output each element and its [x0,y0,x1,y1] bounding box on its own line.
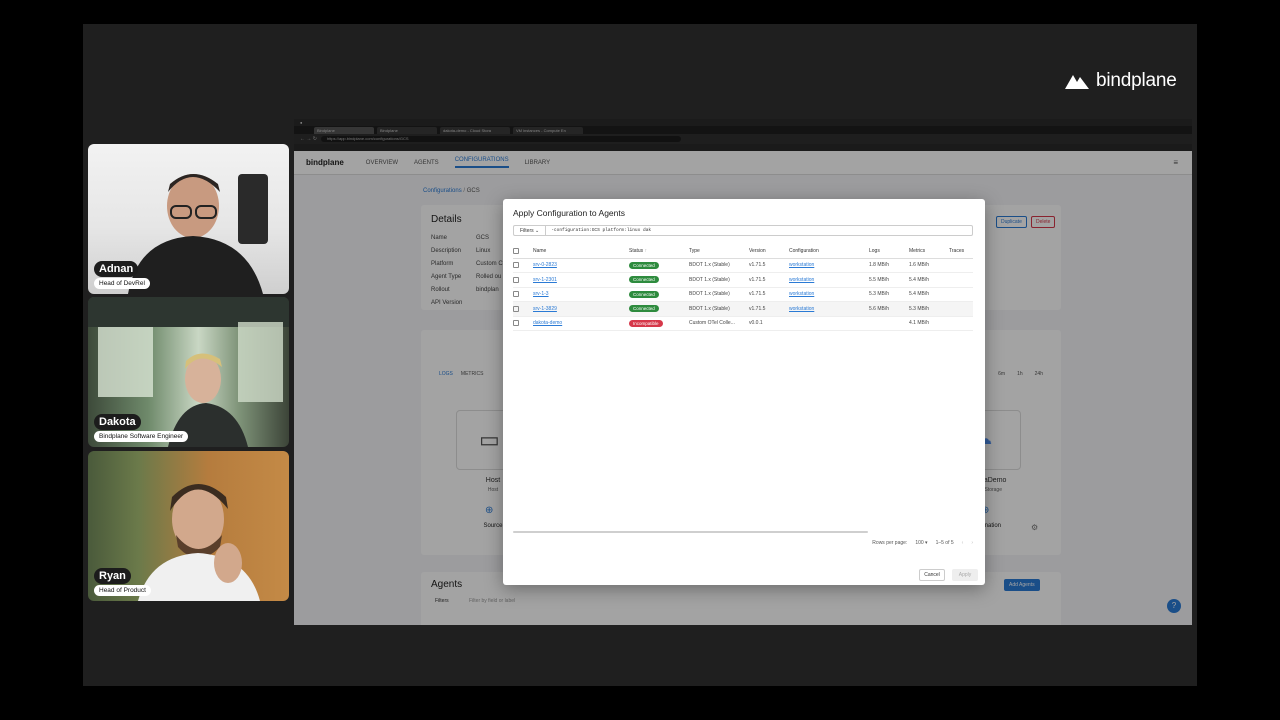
apply-configuration-modal: Apply Configuration to Agents Filters ⌄ … [503,199,985,585]
configuration-link[interactable]: workstation [789,277,814,283]
shared-screen: ● Bindplane Bindplane dakota-demo - Clou… [294,119,1192,625]
cancel-button[interactable]: Cancel [919,569,945,581]
rows-per-page-select[interactable]: 100 ▾ [915,540,927,546]
col-version[interactable]: Version [749,244,789,259]
logs-rate: 5.6 MB/h [869,301,909,317]
participant-role: Head of Product [94,585,151,596]
status-badge: Connected [629,305,659,313]
metrics-rate: 5.4 MB/h [909,287,949,302]
horizontal-scrollbar[interactable] [513,531,868,533]
select-all-checkbox[interactable] [513,247,519,254]
agent-name-link[interactable]: srv-1-3 [533,291,549,297]
row-checkbox[interactable] [513,305,519,312]
page-range: 1–5 of 5 [935,540,954,546]
participant-tile-adnan: Adnan Head of DevRel [88,144,289,294]
agent-version: v1.71.5 [749,287,789,302]
table-row[interactable]: srv-1-3 Connected BDOT 1.x (Stable) v1.71.5… [513,287,973,302]
traces-rate [949,316,973,331]
configuration-link[interactable]: workstation [789,262,814,268]
logs-rate: 5.5 MB/h [869,272,909,288]
next-page-icon[interactable]: › [971,540,973,546]
col-metrics[interactable]: Metrics [909,244,949,259]
traces-rate [949,287,973,302]
status-badge: Incompatible [629,319,663,327]
row-checkbox[interactable] [513,276,519,283]
agent-name-link[interactable]: srv-1-3829 [533,306,557,312]
pagination: Rows per page: 100 ▾ 1–5 of 5 ‹ › [872,540,973,546]
sort-arrow-icon: ↑ [644,247,648,254]
col-type[interactable]: Type [689,244,749,259]
logs-rate [869,316,909,331]
modal-title: Apply Configuration to Agents [513,208,625,218]
participant-name: Ryan [94,568,131,584]
brand-logo: bindplane [1064,70,1177,92]
col-traces[interactable]: Traces [949,244,973,259]
participant-tile-ryan: Ryan Head of Product [88,451,289,601]
metrics-rate: 5.3 MB/h [909,301,949,317]
modal-filter-bar: Filters ⌄ -configuration:GCS platform:li… [513,225,973,236]
metrics-rate: 4.1 MB/h [909,316,949,331]
participant-role: Head of DevRel [94,278,150,289]
traces-rate [949,258,973,273]
status-badge: Connected [629,290,659,298]
logs-rate: 1.8 MB/h [869,258,909,273]
status-badge: Connected [629,261,659,269]
agent-name-link[interactable]: srv-0-2823 [533,262,557,268]
col-status[interactable]: Status ↑ [629,244,689,259]
table-header: Name Status ↑ Type Version Configuration… [513,244,973,259]
agent-name-link[interactable]: dakota-demo [533,320,562,326]
agent-version: v0.0.1 [749,316,789,331]
logs-rate: 5.3 MB/h [869,287,909,302]
agent-type: BDOT 1.x (Stable) [689,272,749,288]
agent-type: BDOT 1.x (Stable) [689,287,749,302]
agent-name-link[interactable]: srv-1-2301 [533,277,557,283]
participant-tile-dakota: Dakota Bindplane Software Engineer [88,297,289,447]
agent-version: v1.71.5 [749,258,789,273]
col-configuration[interactable]: Configuration [789,244,869,259]
row-checkbox[interactable] [513,262,519,269]
row-checkbox[interactable] [513,291,519,298]
brand-name: bindplane [1096,70,1177,91]
prev-page-icon[interactable]: ‹ [962,540,964,546]
apply-button[interactable]: Apply [952,569,978,581]
table-row[interactable]: srv-1-3829 Connected BDOT 1.x (Stable) v1.7… [513,301,973,317]
status-badge: Connected [629,276,659,284]
bindplane-logo-icon [1064,72,1090,90]
traces-rate [949,272,973,288]
agent-type: Custom OTel Colle... [689,316,749,331]
metrics-rate: 5.4 MB/h [909,272,949,288]
configuration-link[interactable]: workstation [789,291,814,297]
table-row[interactable]: dakota-demo Incompatible Custom OTel Colle… [513,316,973,331]
col-name[interactable]: Name [533,244,629,259]
participant-role: Bindplane Software Engineer [94,431,189,442]
row-checkbox[interactable] [513,320,519,327]
table-row[interactable]: srv-1-2301 Connected BDOT 1.x (Stable) v1.7… [513,272,973,288]
agent-type: BDOT 1.x (Stable) [689,258,749,273]
configuration-link[interactable]: workstation [789,306,814,312]
participant-name: Dakota [94,414,141,430]
traces-rate [949,301,973,317]
agent-type: BDOT 1.x (Stable) [689,301,749,317]
agent-version: v1.71.5 [749,301,789,317]
metrics-rate: 1.6 MB/h [909,258,949,273]
participant-name: Adnan [94,261,139,277]
col-logs[interactable]: Logs [869,244,909,259]
agents-table: Name Status ↑ Type Version Configuration… [513,244,973,331]
modal-filter-query[interactable]: -configuration:GCS platform:linux dak [546,228,651,233]
agent-version: v1.71.5 [749,272,789,288]
modal-filters-button[interactable]: Filters ⌄ [514,226,547,235]
table-row[interactable]: srv-0-2823 Connected BDOT 1.x (Stable) v1.7… [513,258,973,273]
